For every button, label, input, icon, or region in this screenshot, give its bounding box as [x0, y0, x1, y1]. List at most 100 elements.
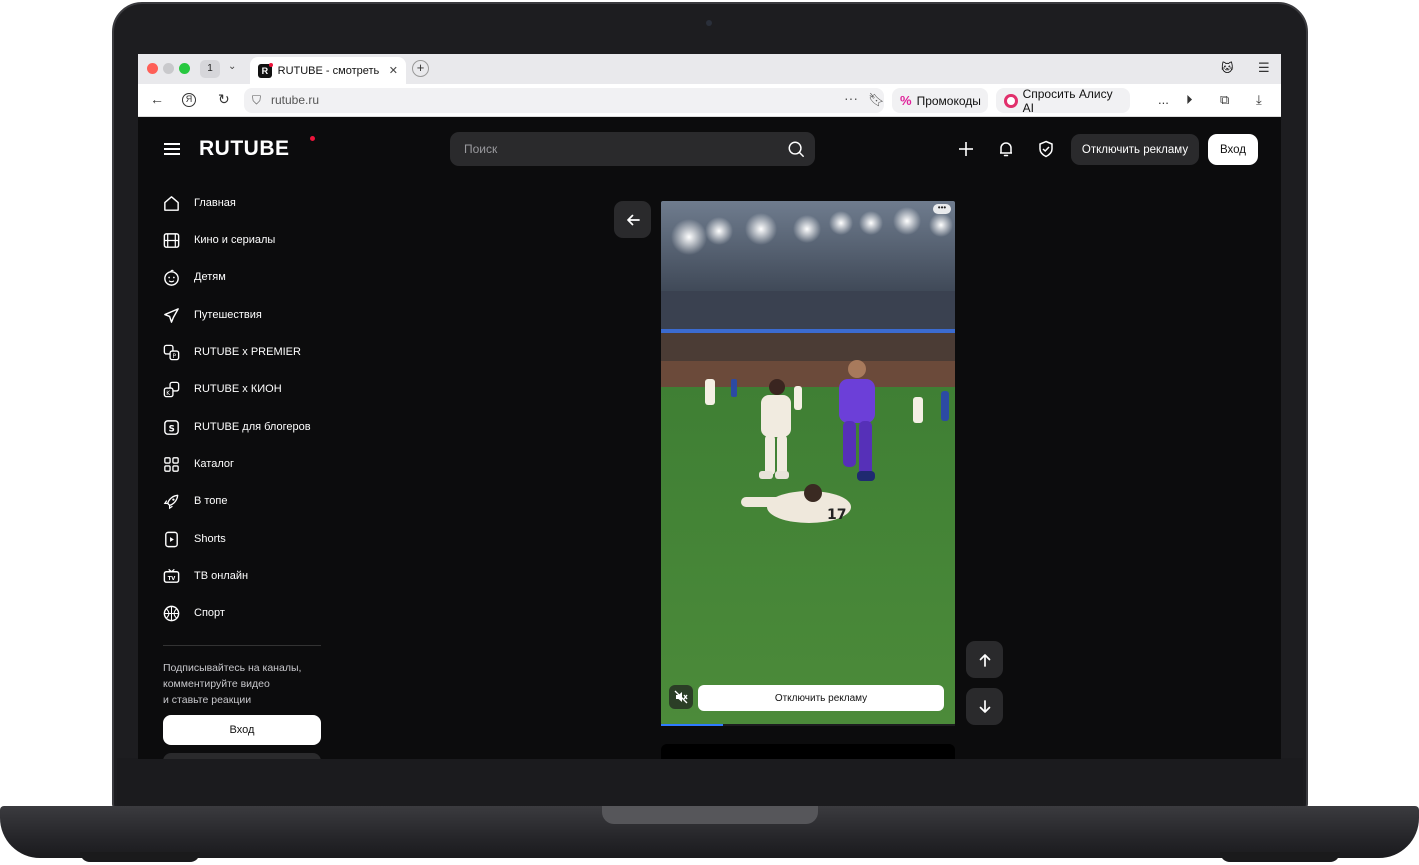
previous-video-button[interactable]	[966, 641, 1003, 678]
promo-codes-button[interactable]: % Промокоды	[892, 88, 988, 113]
chevron-down-icon[interactable]: ⌄	[228, 61, 236, 72]
catalog-icon	[164, 456, 179, 472]
sidebar-item-tv[interactable]: TV ТВ онлайн	[162, 566, 248, 586]
sidebar-item-sport[interactable]: Спорт	[162, 603, 225, 623]
rutube-page: RUTUBE Поиск Отключить рекламу Вход Глав	[138, 117, 1281, 759]
note-line: комментируйте видео	[163, 678, 270, 690]
laptop-foot-right	[1220, 852, 1340, 862]
bloggers-icon: S	[164, 419, 179, 435]
shield-icon: ⛉	[252, 93, 262, 107]
download-icon[interactable]: ⤓	[1256, 92, 1262, 108]
svg-text:TV: TV	[168, 575, 177, 581]
upload-plus-icon[interactable]	[957, 140, 975, 158]
new-tab-button[interactable]: +	[412, 60, 429, 77]
close-icon[interactable]: ✕	[389, 64, 398, 77]
extension-cat-icon[interactable]: 🐱	[1221, 61, 1234, 75]
back-button[interactable]	[614, 201, 651, 238]
percent-icon: %	[900, 93, 912, 108]
menu-icon[interactable]	[164, 143, 180, 155]
sidebar-item-kids[interactable]: Детям	[162, 267, 226, 287]
login-button[interactable]: Вход	[1208, 134, 1258, 165]
video-progress-fill	[661, 724, 723, 726]
mute-button[interactable]	[669, 685, 693, 709]
ask-alice-button[interactable]: Спросить Алису AI	[996, 87, 1130, 115]
note-line: Подписывайтесь на каналы,	[163, 662, 302, 674]
shield-check-icon[interactable]	[1037, 140, 1055, 158]
tv-icon: TV	[163, 568, 180, 583]
sidebar-item-travel[interactable]: Путешествия	[162, 305, 262, 325]
sidebar-secondary-button[interactable]	[163, 753, 321, 759]
sidebar-item-catalog[interactable]: Каталог	[162, 454, 234, 474]
browser-menu-icon[interactable]: ☰	[1258, 60, 1270, 76]
premier-icon: P	[163, 344, 180, 360]
minimize-window-button[interactable]	[163, 63, 174, 74]
next-video-card[interactable]	[661, 744, 955, 759]
sidebar-item-movies[interactable]: Кино и сериалы	[162, 230, 275, 250]
video-frame-football: 17	[661, 201, 955, 725]
more-dots-icon[interactable]: ···	[844, 90, 858, 106]
sidebar-item-label: Shorts	[194, 533, 226, 545]
sidebar-divider	[163, 645, 321, 646]
sidebar-item-bloggers[interactable]: S RUTUBE для блогеров	[162, 417, 311, 437]
sidebar-item-top[interactable]: В топе	[162, 491, 228, 511]
svg-text:K: K	[166, 391, 170, 397]
sidebar-login-note: Подписывайтесь на каналы, комментируйте …	[163, 660, 333, 708]
sidebar-login-button[interactable]: Вход	[163, 715, 321, 745]
video-ai-icon[interactable]: ⏵︎	[1186, 92, 1193, 108]
screen: 1 ⌄ R RUTUBE - смотреть ви ✕ + 🐱 ☰ ← Я ↻…	[138, 54, 1281, 759]
bell-icon[interactable]	[997, 140, 1015, 158]
sidebar-item-label: В топе	[194, 495, 228, 507]
svg-text:17: 17	[827, 507, 846, 523]
note-line: и ставьте реакции	[163, 694, 252, 706]
arrow-up-icon	[979, 653, 990, 667]
reload-icon[interactable]: ↻	[218, 91, 230, 108]
disable-ads-button[interactable]: Отключить рекламу	[1071, 134, 1199, 165]
url-text: rutube.ru	[271, 93, 320, 107]
translate-icon[interactable]: ⧉	[1220, 92, 1229, 108]
plane-icon	[164, 307, 179, 323]
home-icon	[164, 195, 179, 211]
player-disable-ads-button[interactable]: Отключить рекламу	[698, 685, 944, 711]
back-arrow-icon[interactable]: ←	[150, 91, 164, 107]
sidebar-item-home[interactable]: Главная	[162, 193, 236, 213]
url-field[interactable]: ⛉ rutube.ru ··· 🔖︎	[244, 88, 885, 113]
rutube-logo[interactable]: RUTUBE	[199, 137, 290, 161]
sidebar-item-label: Путешествия	[194, 309, 262, 321]
search-placeholder: Поиск	[464, 142, 498, 156]
maximize-window-button[interactable]	[179, 63, 190, 74]
kion-icon: K	[163, 381, 180, 397]
sidebar-item-premier[interactable]: P RUTUBE x PREMIER	[162, 342, 301, 362]
muted-speaker-icon	[674, 690, 688, 704]
sidebar-item-label: Каталог	[194, 458, 234, 470]
sidebar-item-label: RUTUBE x КИОН	[194, 383, 282, 395]
search-input[interactable]: Поиск	[450, 132, 815, 166]
arrow-down-icon	[979, 699, 990, 713]
video-more-button[interactable]: •••	[933, 204, 951, 214]
yandex-icon[interactable]: Я	[182, 93, 196, 107]
shorts-video[interactable]: 17 ••• Отключить рекламу	[661, 201, 955, 725]
ball-icon	[163, 605, 180, 621]
film-icon	[163, 232, 180, 248]
laptop-notch	[602, 806, 818, 824]
browser-tab-active[interactable]: R RUTUBE - смотреть ви ✕	[250, 57, 406, 84]
shorts-icon	[165, 531, 178, 547]
overflow-menu[interactable]: ...	[1158, 92, 1169, 107]
sidebar-item-kion[interactable]: K RUTUBE x КИОН	[162, 379, 282, 399]
screen-bezel	[117, 758, 1303, 806]
sidebar-item-label: Спорт	[194, 607, 225, 619]
rocket-icon	[163, 494, 179, 509]
sidebar-item-label: Детям	[194, 271, 226, 283]
sidebar-item-shorts[interactable]: Shorts	[162, 529, 226, 549]
search-icon[interactable]	[787, 140, 805, 158]
next-video-button[interactable]	[966, 688, 1003, 725]
alice-icon	[1004, 93, 1018, 108]
sidebar-item-label: Кино и сериалы	[194, 234, 276, 246]
browser-tabbar: 1 ⌄ R RUTUBE - смотреть ви ✕ + 🐱 ☰	[138, 54, 1281, 84]
svg-text:S: S	[169, 424, 175, 434]
video-progress-bar[interactable]	[661, 724, 955, 726]
sidebar-item-label: ТВ онлайн	[194, 570, 249, 582]
close-window-button[interactable]	[147, 63, 158, 74]
svg-text:P: P	[172, 354, 176, 360]
bookmark-icon[interactable]: 🔖︎	[868, 92, 885, 108]
tab-count-badge[interactable]: 1	[200, 60, 220, 78]
